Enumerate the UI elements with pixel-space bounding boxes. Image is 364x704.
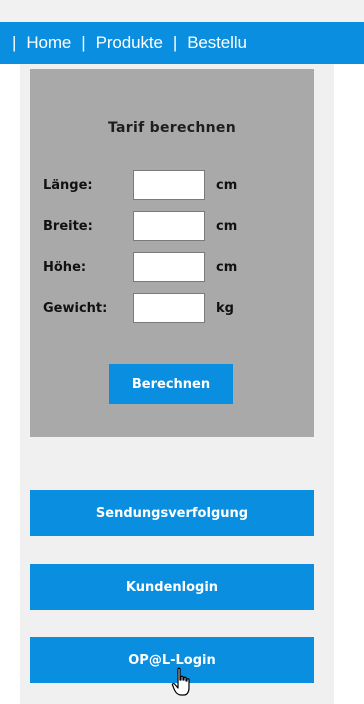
- kundenlogin-button[interactable]: Kundenlogin: [30, 564, 314, 610]
- top-strip: [0, 0, 364, 22]
- field-row-gewicht: Gewicht: kg: [43, 293, 313, 325]
- laenge-label: Länge:: [43, 178, 93, 193]
- sendungsverfolgung-button[interactable]: Sendungsverfolgung: [30, 490, 314, 536]
- gewicht-unit: kg: [216, 301, 234, 316]
- tarif-title: Tarif berechnen: [108, 120, 236, 136]
- top-navigation: | Home | Produkte | Bestellu: [0, 22, 364, 64]
- nav-item-home[interactable]: Home: [26, 33, 71, 53]
- hoehe-label: Höhe:: [43, 260, 87, 275]
- gewicht-input[interactable]: [133, 293, 205, 323]
- laenge-input[interactable]: [133, 170, 205, 200]
- laenge-unit: cm: [216, 178, 238, 193]
- nav-item-produkte[interactable]: Produkte: [96, 33, 163, 53]
- breite-unit: cm: [216, 219, 238, 234]
- breite-label: Breite:: [43, 219, 93, 234]
- field-row-hoehe: Höhe: cm: [43, 252, 313, 284]
- nav-separator: |: [12, 33, 17, 52]
- hoehe-input[interactable]: [133, 252, 205, 282]
- hand-pointer-icon: [171, 667, 190, 696]
- sidebar: Tarif berechnen Länge: cm Breite: cm Höh…: [20, 64, 334, 704]
- gewicht-label: Gewicht:: [43, 301, 108, 316]
- tarif-calculator-panel: Tarif berechnen Länge: cm Breite: cm Höh…: [30, 69, 314, 437]
- breite-input[interactable]: [133, 211, 205, 241]
- field-row-breite: Breite: cm: [43, 211, 313, 243]
- nav-item-bestellung[interactable]: Bestellu: [187, 33, 247, 53]
- hoehe-unit: cm: [216, 260, 238, 275]
- field-row-laenge: Länge: cm: [43, 170, 313, 202]
- berechnen-button[interactable]: Berechnen: [109, 364, 233, 404]
- nav-separator: |: [81, 33, 86, 52]
- nav-separator: |: [172, 33, 178, 52]
- nav-row: | Home | Produkte | Bestellu: [12, 22, 257, 64]
